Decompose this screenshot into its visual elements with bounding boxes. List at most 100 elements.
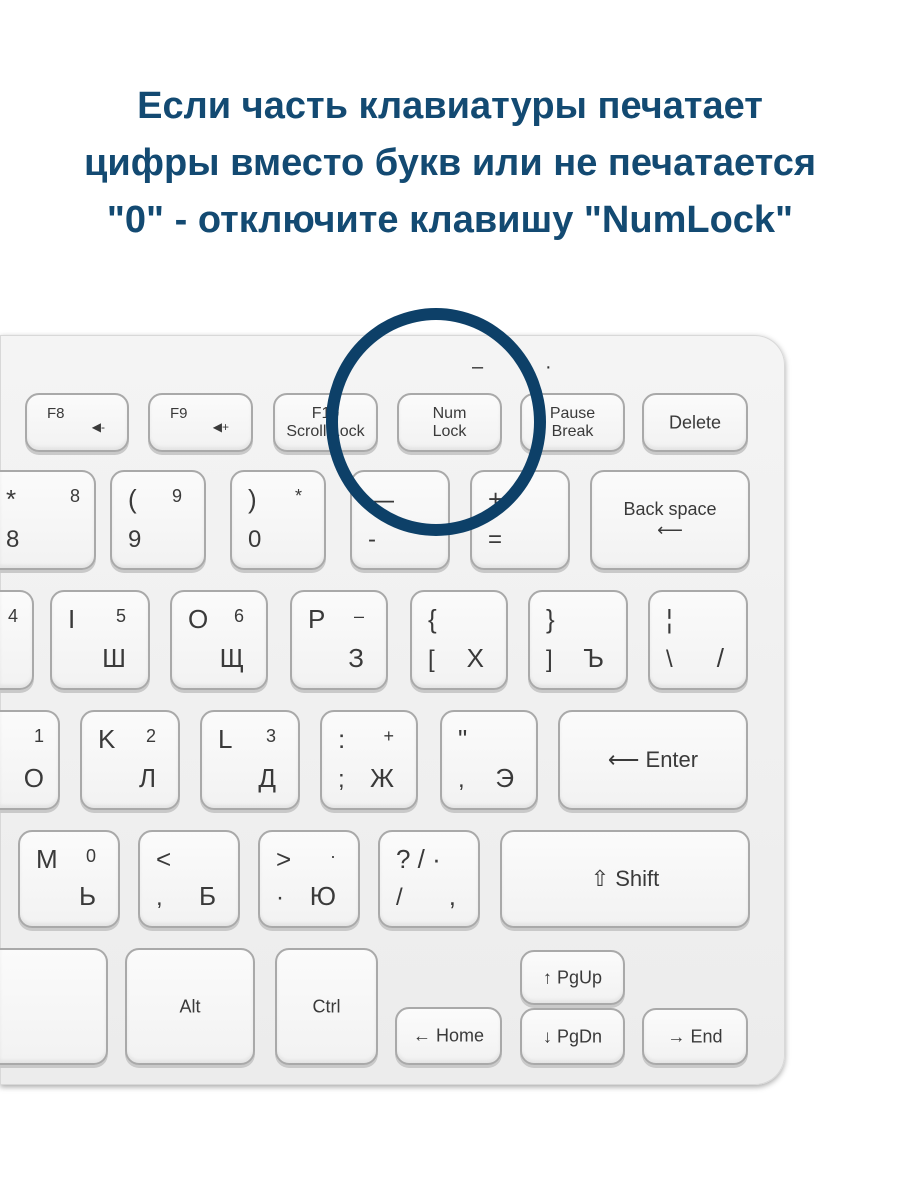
key-j[interactable]: 1О [0, 710, 60, 810]
key-f8[interactable]: F8 ◀- [25, 393, 129, 452]
key-legend: 5 [115, 606, 126, 626]
key-enter[interactable]: ⟵ Enter [558, 710, 748, 810]
key-end[interactable]: → End [642, 1008, 748, 1065]
indicator-led: · [545, 356, 552, 378]
key-m[interactable]: M 0 Ь [18, 830, 120, 928]
key-legend: Щ [219, 643, 244, 673]
key-legend: M [36, 844, 58, 874]
key-legend: Л [138, 763, 156, 793]
key-legend: F8 [47, 405, 65, 422]
key-legend: – [353, 606, 364, 626]
key-legend: " [458, 724, 468, 754]
key-space[interactable] [0, 948, 108, 1065]
key-pgup[interactable]: ↑ PgUp [520, 950, 625, 1005]
key-backslash[interactable]: ¦ \ / [648, 590, 748, 690]
key-legend: Э [495, 763, 514, 793]
key-p[interactable]: P – З [290, 590, 388, 690]
key-legend: L [218, 724, 233, 754]
key-delete[interactable]: Delete [642, 393, 748, 452]
key-legend: Ь [78, 881, 96, 911]
key-legend: 2 [145, 726, 156, 746]
key-slash[interactable]: ? / · /, [378, 830, 480, 928]
key-legend: K [98, 724, 116, 754]
headline-line: "0" - отключите клавишу "NumLock" [106, 199, 794, 241]
key-legend: + [383, 726, 394, 746]
key-legend: 6 [233, 606, 244, 626]
key-legend: 8 [6, 526, 20, 553]
headline: Если часть клавиатуры печатает цифры вме… [0, 78, 900, 249]
key-legend: = [488, 526, 503, 553]
key-k[interactable]: K 2 Л [80, 710, 180, 810]
key-legend: ; [338, 766, 345, 793]
key-legend: З [348, 643, 364, 673]
key-i[interactable]: I 5 Ш [50, 590, 150, 690]
key-k8[interactable]: * 8 8 [0, 470, 96, 570]
key-f9[interactable]: F9 ◀+ [148, 393, 253, 452]
key-legend: Ш [102, 643, 126, 673]
key-legend: O [188, 604, 209, 634]
key-legend: · [330, 846, 336, 866]
key-legend: ↑ PgUp [542, 967, 603, 987]
key-legend: Ctrl [312, 996, 341, 1016]
key-legend: ⟵ Enter [607, 747, 699, 772]
numlock-highlight-circle [326, 308, 546, 536]
key-legend: ↓ PgDn [542, 1026, 603, 1046]
key-legend: : [338, 724, 346, 754]
key-legend: 9 [128, 526, 142, 553]
key-legend: , [156, 884, 163, 911]
key-lbracket[interactable]: {[Х [410, 590, 508, 690]
key-legend: 4 [7, 606, 18, 626]
key-legend: Back space ⟵ [623, 499, 717, 540]
key-shift[interactable]: ⇧ Shift [500, 830, 750, 928]
key-semicolon[interactable]: : +; Ж [320, 710, 418, 810]
key-legend: { [428, 604, 437, 634]
key-legend: F9 [170, 405, 188, 422]
key-legend: } [546, 604, 555, 634]
key-legend: 1 [33, 726, 44, 746]
key-legend: ? / · [396, 844, 441, 874]
key-legend: P [308, 604, 326, 634]
key-legend: ◀- [91, 420, 105, 434]
key-pgdn[interactable]: ↓ PgDn [520, 1008, 625, 1065]
key-legend: * [6, 484, 17, 514]
key-k9[interactable]: (9 9 [110, 470, 206, 570]
key-backspace[interactable]: Back space ⟵ [590, 470, 750, 570]
key-legend: ← Home [412, 1025, 484, 1046]
key-legend: О [23, 763, 44, 793]
key-ctrl[interactable]: Ctrl [275, 948, 378, 1065]
key-comma[interactable]: <, Б [138, 830, 240, 928]
key-legend: < [156, 844, 172, 874]
headline-line: цифры вместо букв или не печатается [83, 142, 817, 184]
key-legend: 0 [85, 846, 96, 866]
key-o[interactable]: O 6 Щ [170, 590, 268, 690]
key-legend: 8 [69, 486, 80, 506]
key-legend: ( [128, 484, 137, 514]
key-legend: , [448, 881, 456, 911]
key-rbracket[interactable]: }] Ъ [528, 590, 628, 690]
key-legend: → End [667, 1026, 723, 1046]
key-k0[interactable]: ) * 0 [230, 470, 326, 570]
key-quote[interactable]: ", Э [440, 710, 538, 810]
key-legend: Delete [668, 412, 722, 432]
key-legend: · [276, 884, 284, 911]
key-alt[interactable]: Alt [125, 948, 255, 1065]
key-legend: Alt [179, 996, 201, 1016]
key-legend: Б [198, 881, 216, 911]
key-legend: \ [666, 646, 673, 673]
key-legend: Ж [369, 763, 394, 793]
key-legend: 9 [171, 486, 182, 506]
key-home[interactable]: ← Home [395, 1007, 502, 1065]
key-legend: 3 [265, 726, 276, 746]
key-legend: > [276, 844, 292, 874]
key-k4[interactable]: 4 [0, 590, 34, 690]
key-legend: Д [258, 763, 276, 793]
key-period[interactable]: > · · Ю [258, 830, 360, 928]
key-legend: ] [546, 646, 553, 673]
key-legend: * [294, 486, 302, 506]
key-legend: [ [428, 646, 435, 673]
key-legend: ) [248, 484, 257, 514]
key-legend: / [716, 643, 724, 673]
key-legend: I [68, 604, 76, 634]
key-legend: 0 [248, 526, 262, 553]
key-l[interactable]: L 3 Д [200, 710, 300, 810]
